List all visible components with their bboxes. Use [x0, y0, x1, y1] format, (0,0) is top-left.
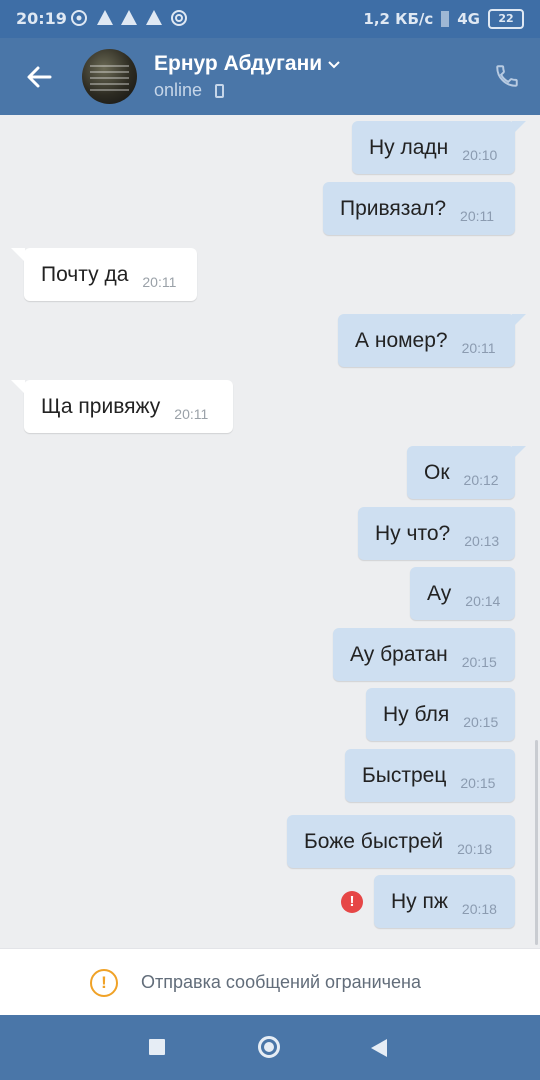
message-time: 20:18: [457, 840, 493, 857]
back-arrow-icon[interactable]: [22, 60, 56, 94]
message-bubble[interactable]: Ау 20:14: [410, 567, 515, 620]
message-time: 20:11: [461, 339, 496, 356]
battery-icon: 22: [488, 9, 524, 29]
status-time: 20:19: [16, 9, 67, 28]
message-bubble[interactable]: А номер? 20:11: [338, 314, 526, 367]
messaging-restricted-bar: ! Отправка сообщений ограничена: [0, 948, 540, 1015]
message-bubble[interactable]: Ок 20:12: [407, 446, 526, 499]
message-text: Ау братан: [350, 642, 448, 666]
message-text: Ну ладн: [369, 135, 449, 159]
message-bubble[interactable]: Почту да 20:11: [11, 248, 197, 301]
message-time: 20:11: [142, 273, 177, 290]
message-time: 20:15: [461, 653, 497, 670]
message-text: Боже быстрей: [304, 829, 444, 853]
message-text: Ну бля: [383, 702, 450, 726]
message-time: 20:11: [174, 405, 209, 422]
send-error-icon[interactable]: !: [341, 891, 363, 913]
message-text: Ща привяжу: [41, 394, 161, 418]
message-time: 20:15: [460, 774, 496, 791]
warning-icon: [121, 10, 137, 25]
message-text: Ну что?: [375, 521, 451, 545]
message-bubble[interactable]: Боже быстрей 20:18: [287, 815, 515, 868]
message-time: 20:12: [463, 471, 499, 488]
message-bubble[interactable]: Ау братан 20:15: [333, 628, 515, 681]
message-bubble[interactable]: Быстрец 20:15: [345, 749, 515, 802]
message-text: Ну пж: [391, 889, 448, 913]
message-time: 20:13: [464, 532, 500, 549]
message-time: 20:11: [460, 207, 495, 224]
contact-status: online: [154, 80, 203, 100]
message-text: Привязал?: [340, 196, 447, 220]
message-time: 20:10: [462, 146, 498, 163]
warning-icon: [97, 10, 113, 25]
avatar[interactable]: [82, 49, 137, 104]
network-type: 4G: [457, 10, 480, 28]
home-icon[interactable]: [258, 1036, 280, 1058]
phone-call-icon[interactable]: [494, 63, 520, 89]
message-text: Ау: [427, 581, 452, 605]
message-text: Почту да: [41, 262, 129, 286]
whatsapp-icon: [71, 10, 87, 26]
message-time: 20:18: [461, 900, 497, 917]
mobile-icon: [215, 84, 224, 98]
navigation-bar: [0, 1015, 540, 1080]
restriction-text: Отправка сообщений ограничена: [141, 972, 421, 992]
recent-apps-icon[interactable]: [149, 1039, 165, 1055]
warning-icon: !: [90, 969, 118, 997]
message-bubble[interactable]: Ну пж 20:18: [374, 875, 515, 928]
message-time: 20:15: [463, 713, 499, 730]
status-right: 1,2 КБ/с 4G 22: [363, 9, 524, 29]
chat-header: Ернур Абдугани online: [0, 38, 540, 115]
message-text: Быстрец: [362, 763, 447, 787]
warning-icon: [146, 10, 162, 25]
message-bubble[interactable]: Ну бля 20:15: [366, 688, 515, 741]
vpn-icon: [171, 10, 187, 26]
network-speed: 1,2 КБ/с: [363, 10, 434, 28]
chevron-down-icon[interactable]: [327, 60, 341, 70]
message-text: Ок: [424, 460, 450, 484]
message-list[interactable]: Ну ладн 20:10 Привязал? 20:11 Почту да 2…: [0, 115, 540, 948]
message-bubble[interactable]: Ну ладн 20:10: [352, 121, 526, 174]
sim-icon: [441, 11, 450, 27]
message-bubble[interactable]: Привязал? 20:11: [323, 182, 515, 235]
status-bar: 20:19 1,2 КБ/с 4G 22: [0, 0, 540, 38]
message-text: А номер?: [355, 328, 448, 352]
scrollbar[interactable]: [535, 740, 538, 945]
message-bubble[interactable]: Ну что? 20:13: [358, 507, 515, 560]
back-icon[interactable]: [371, 1039, 387, 1057]
contact-name[interactable]: Ернур Абдугани: [154, 52, 322, 76]
message-bubble[interactable]: Ща привяжу 20:11: [11, 380, 233, 433]
message-time: 20:14: [465, 592, 501, 609]
